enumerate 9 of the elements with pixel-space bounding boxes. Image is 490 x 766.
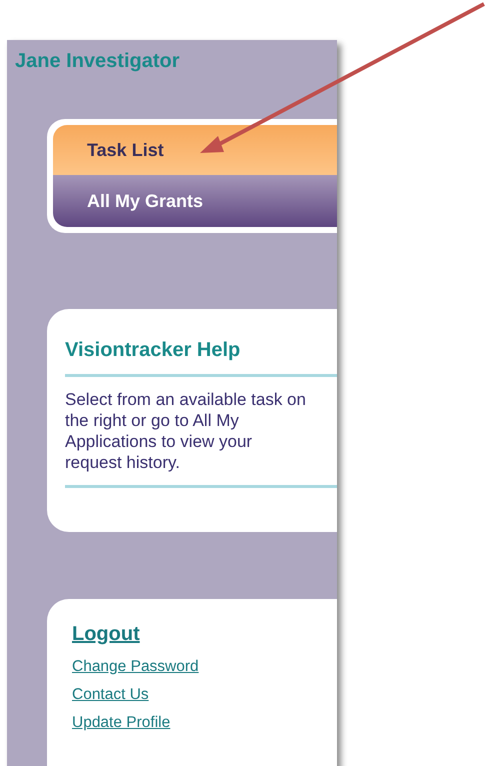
user-name: Jane Investigator <box>14 50 181 73</box>
nav-item[interactable]: All My Grants <box>53 175 337 227</box>
help-text: Select from an available task on the right or go to All My Applications to view your request history. <box>65 377 337 488</box>
nav-item[interactable]: Task List <box>53 125 337 175</box>
account-link[interactable]: Change Password <box>72 658 199 676</box>
account-link[interactable]: Contact Us <box>72 686 149 704</box>
logout-link[interactable]: Logout <box>72 623 140 646</box>
account-link[interactable]: Update Profile <box>72 714 170 732</box>
help-title: Visiontracker Help <box>65 339 337 377</box>
